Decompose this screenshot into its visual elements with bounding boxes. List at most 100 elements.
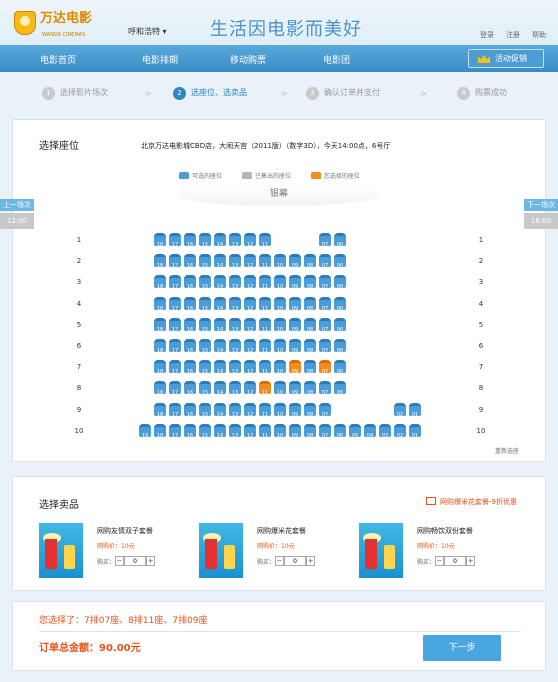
seat[interactable]: 02	[394, 423, 406, 439]
seat[interactable]: 12	[244, 254, 256, 269]
seat[interactable]: 09	[289, 360, 301, 375]
seat[interactable]: 07	[319, 423, 331, 439]
seat[interactable]: 17	[169, 423, 181, 439]
seat[interactable]: 18	[154, 233, 166, 248]
seat[interactable]: 12	[244, 360, 256, 375]
seat[interactable]: 14	[214, 317, 226, 333]
seat[interactable]: 12	[244, 233, 256, 248]
seat[interactable]: 08	[304, 296, 316, 312]
seat[interactable]: 06	[334, 296, 346, 312]
seat[interactable]: 13	[229, 317, 241, 333]
seat[interactable]: 16	[184, 423, 196, 439]
seat[interactable]: 07	[319, 402, 331, 418]
seat[interactable]: 17	[169, 233, 181, 248]
quantity-input[interactable]	[444, 556, 466, 566]
next-show-button[interactable]: 下一场次 16:00	[524, 199, 558, 229]
seat[interactable]: 16	[184, 402, 196, 418]
seat[interactable]: 10	[274, 402, 286, 418]
seat[interactable]: 11	[259, 233, 271, 248]
seat[interactable]: 13	[229, 360, 241, 375]
seat[interactable]: 19	[139, 423, 151, 439]
seat[interactable]: 08	[304, 423, 316, 439]
seat[interactable]: 10	[274, 360, 286, 375]
seat[interactable]: 08	[304, 275, 316, 290]
decrement-button[interactable]: −	[275, 556, 284, 566]
seat[interactable]: 08	[304, 254, 316, 269]
seat[interactable]: 12	[244, 275, 256, 290]
promo-button[interactable]: 活动促销	[468, 49, 544, 68]
seat[interactable]: 09	[289, 339, 301, 354]
seat[interactable]: 18	[154, 381, 166, 396]
quantity-input[interactable]	[124, 556, 146, 566]
seat[interactable]: 13	[229, 254, 241, 269]
seat[interactable]: 08	[304, 381, 316, 396]
seat[interactable]: 12	[244, 381, 256, 396]
seat[interactable]: 16	[184, 254, 196, 269]
seat[interactable]: 12	[244, 296, 256, 312]
seat[interactable]: 11	[259, 339, 271, 354]
seat[interactable]: 01	[409, 423, 421, 439]
seat[interactable]: 06	[334, 423, 346, 439]
seat[interactable]: 18	[154, 296, 166, 312]
seat[interactable]: 11	[259, 275, 271, 290]
seat[interactable]: 18	[154, 317, 166, 333]
seat[interactable]: 15	[199, 423, 211, 439]
reselect-link[interactable]: 重新选座	[495, 446, 519, 455]
seat[interactable]: 14	[214, 233, 226, 248]
seat[interactable]: 15	[199, 381, 211, 396]
seat[interactable]: 15	[199, 275, 211, 290]
seat[interactable]: 17	[169, 381, 181, 396]
seat[interactable]: 11	[259, 254, 271, 269]
seat[interactable]: 08	[304, 360, 316, 375]
seat[interactable]: 09	[289, 402, 301, 418]
seat[interactable]: 06	[334, 233, 346, 248]
seat[interactable]: 07	[319, 275, 331, 290]
seat[interactable]: 07	[319, 233, 331, 248]
seat[interactable]: 09	[289, 317, 301, 333]
seat[interactable]: 03	[379, 423, 391, 439]
seat[interactable]: 06	[334, 339, 346, 354]
seat[interactable]: 15	[199, 296, 211, 312]
seat[interactable]: 10	[274, 254, 286, 269]
seat[interactable]: 18	[154, 339, 166, 354]
seat[interactable]: 06	[334, 381, 346, 396]
seat[interactable]: 11	[259, 423, 271, 439]
seat[interactable]: 14	[214, 360, 226, 375]
seat[interactable]: 14	[214, 275, 226, 290]
seat[interactable]: 06	[334, 317, 346, 333]
seat[interactable]: 17	[169, 254, 181, 269]
seat[interactable]: 17	[169, 275, 181, 290]
seat[interactable]: 05	[349, 423, 361, 439]
seat[interactable]: 11	[259, 296, 271, 312]
seat[interactable]: 16	[184, 381, 196, 396]
increment-button[interactable]: +	[306, 556, 315, 566]
seat[interactable]: 18	[154, 360, 166, 375]
seat[interactable]: 14	[214, 339, 226, 354]
seat[interactable]: 17	[169, 296, 181, 312]
seat[interactable]: 02	[394, 402, 406, 418]
seat[interactable]: 06	[334, 275, 346, 290]
seat[interactable]: 13	[229, 233, 241, 248]
seat[interactable]: 11	[259, 402, 271, 418]
seat[interactable]: 15	[199, 254, 211, 269]
seat[interactable]: 18	[154, 402, 166, 418]
nav-item-movie-group[interactable]: 电影团	[323, 53, 350, 66]
seat[interactable]: 12	[244, 339, 256, 354]
seat[interactable]: 12	[244, 402, 256, 418]
seat[interactable]: 04	[364, 423, 376, 439]
decrement-button[interactable]: −	[435, 556, 444, 566]
city-selector[interactable]: 呼和浩特 ▾	[128, 26, 167, 37]
seat[interactable]: 10	[274, 381, 286, 396]
seat[interactable]: 08	[304, 317, 316, 333]
seat[interactable]: 08	[304, 402, 316, 418]
seat[interactable]: 15	[199, 360, 211, 375]
snack-offer[interactable]: 网购爆米花套餐-9折优惠	[426, 497, 517, 507]
seat[interactable]: 13	[229, 339, 241, 354]
seat[interactable]: 10	[274, 317, 286, 333]
increment-button[interactable]: +	[466, 556, 475, 566]
seat[interactable]: 12	[244, 423, 256, 439]
prev-show-button[interactable]: 上一场次 12:00	[0, 199, 34, 229]
seat[interactable]: 13	[229, 381, 241, 396]
seat[interactable]: 10	[274, 339, 286, 354]
seat[interactable]: 16	[184, 317, 196, 333]
